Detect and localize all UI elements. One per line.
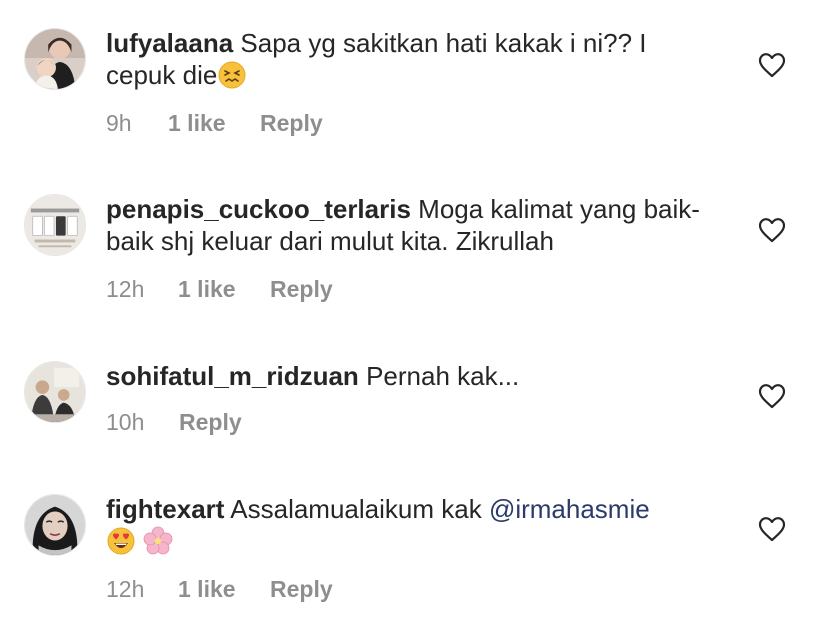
reply-button[interactable]: Reply xyxy=(179,409,242,436)
comment-username[interactable]: sohifatul_m_ridzuan xyxy=(106,361,359,391)
comment-time: 12h xyxy=(106,276,145,302)
comment-username[interactable]: penapis_cuckoo_terlaris xyxy=(106,194,411,224)
like-heart-icon[interactable] xyxy=(758,52,786,78)
comment-text: lufyalaana Sapa yg sakitkan hati kakak i… xyxy=(106,27,716,91)
avatar[interactable] xyxy=(24,494,86,556)
comment-username[interactable]: fightexart xyxy=(106,494,224,524)
mention-link[interactable]: @irmahasmie xyxy=(489,494,650,524)
reply-button[interactable]: Reply xyxy=(270,576,333,603)
comment-time: 9h xyxy=(106,110,132,136)
avatar[interactable] xyxy=(24,194,86,256)
like-heart-icon[interactable] xyxy=(758,217,786,243)
comment-time: 12h xyxy=(106,576,145,602)
like-heart-icon[interactable] xyxy=(758,383,786,409)
comment-meta: 12h 1 like Reply xyxy=(106,276,333,303)
comment-likes[interactable]: 1 like xyxy=(168,110,260,137)
cherry-blossom-icon xyxy=(143,526,173,556)
reply-button[interactable]: Reply xyxy=(260,110,323,137)
comments-list: lufyalaana Sapa yg sakitkan hati kakak i… xyxy=(0,0,828,641)
comment-time: 10h xyxy=(106,409,145,435)
comment-text: fightexart Assalamualaikum kak @irmahasm… xyxy=(106,493,716,557)
reply-button[interactable]: Reply xyxy=(270,276,333,303)
avatar[interactable] xyxy=(24,28,86,90)
comment-message: Assalamualaikum kak xyxy=(230,494,482,524)
confounded-face-icon xyxy=(217,60,247,90)
avatar[interactable] xyxy=(24,361,86,423)
comment-meta: 12h 1 like Reply xyxy=(106,576,333,603)
comment-username[interactable]: lufyalaana xyxy=(106,28,233,58)
comment-text: penapis_cuckoo_terlaris Moga kalimat yan… xyxy=(106,193,716,257)
comment-text: sohifatul_m_ridzuan Pernah kak... xyxy=(106,360,716,392)
comment-meta: 10h Reply xyxy=(106,409,242,436)
like-heart-icon[interactable] xyxy=(758,516,786,542)
comment-message: Pernah kak... xyxy=(366,361,520,391)
comment-likes[interactable]: 1 like xyxy=(178,276,270,303)
comment-likes[interactable]: 1 like xyxy=(178,576,270,603)
heart-eyes-face-icon xyxy=(106,526,136,556)
comment-meta: 9h 1 like Reply xyxy=(106,110,323,137)
